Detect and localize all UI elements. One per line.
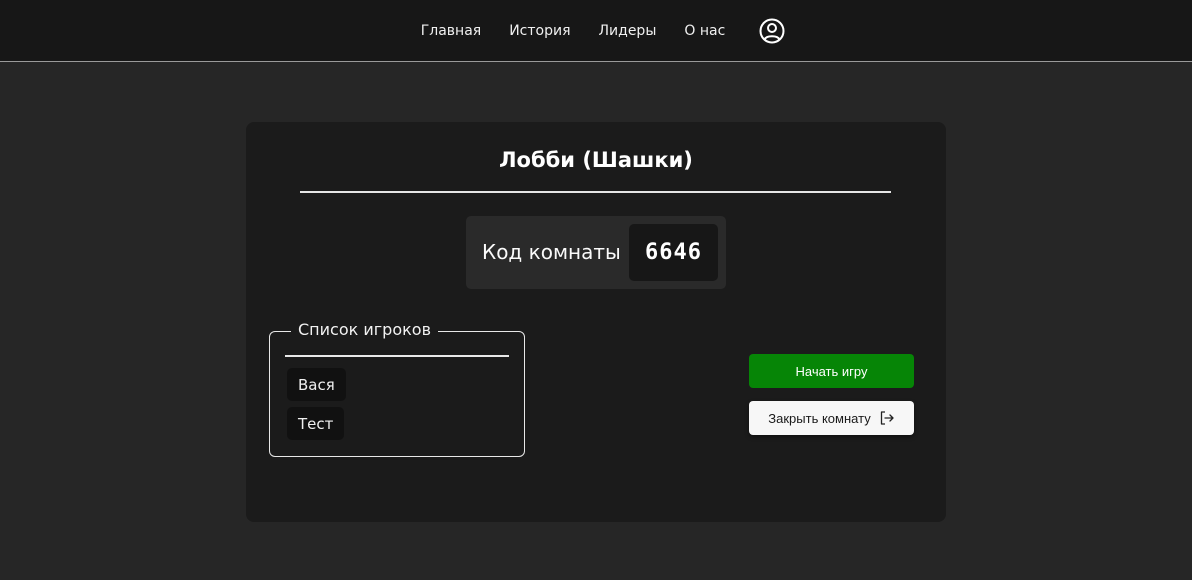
lobby-card: Лобби (Шашки) Код комнаты 6646 Список иг… [246, 122, 946, 522]
close-room-label: Закрыть комнату [768, 410, 871, 426]
profile-button[interactable] [759, 18, 785, 44]
start-game-button[interactable]: Начать игру [749, 354, 914, 388]
user-circle-icon [759, 18, 785, 44]
nav-link-history[interactable]: История [509, 19, 570, 43]
nav-link-about[interactable]: О нас [684, 19, 725, 43]
nav-link-leaders[interactable]: Лидеры [599, 19, 657, 43]
room-code-box: Код комнаты 6646 [466, 216, 726, 289]
lobby-title: Лобби (Шашки) [499, 148, 693, 172]
close-room-button[interactable]: Закрыть комнату [749, 401, 914, 435]
title-divider [300, 191, 891, 193]
top-navbar: Главная История Лидеры О нас [0, 0, 1192, 62]
player-list: Список игроков Вася Тест [269, 320, 525, 457]
nav-link-home[interactable]: Главная [421, 19, 481, 43]
player-item: Вася [287, 368, 346, 401]
room-code-value: 6646 [629, 224, 718, 281]
logout-icon [879, 410, 895, 426]
room-code-label: Код комнаты [482, 240, 621, 264]
player-list-divider [285, 355, 509, 357]
player-item: Тест [287, 407, 345, 440]
main-nav: Главная История Лидеры О нас [0, 0, 1192, 62]
player-list-title: Список игроков [291, 320, 438, 339]
